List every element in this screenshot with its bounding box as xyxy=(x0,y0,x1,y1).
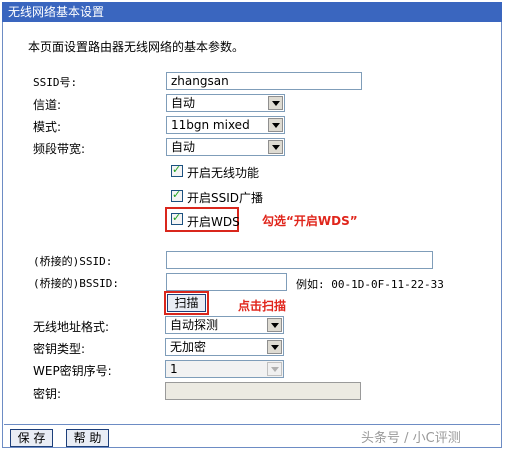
chevron-down-icon[interactable] xyxy=(268,96,283,110)
chevron-down-icon[interactable] xyxy=(268,140,283,154)
channel-select[interactable]: 自动 xyxy=(166,94,285,112)
bridged-bssid-input[interactable] xyxy=(166,273,287,291)
enable-wireless-checkbox[interactable] xyxy=(171,163,183,177)
address-format-value: 自动探测 xyxy=(170,318,219,332)
enable-wireless-label: 开启无线功能 xyxy=(187,166,260,180)
key-type-value: 无加密 xyxy=(170,340,207,354)
ssid-broadcast-label: 开启SSID广播 xyxy=(187,191,264,205)
wep-index-label: WEP密钥序号: xyxy=(33,364,112,378)
wds-annotation: 勾选“开启WDS” xyxy=(262,214,358,228)
panel-title: 无线网络基本设置 xyxy=(2,2,502,22)
ssid-broadcast-checkbox[interactable] xyxy=(171,188,183,202)
scan-annotation: 点击扫描 xyxy=(238,299,287,313)
bridged-ssid-label: (桥接的)SSID: xyxy=(33,255,113,268)
ssid-input[interactable]: zhangsan xyxy=(166,72,362,90)
address-format-label: 无线地址格式: xyxy=(33,320,110,334)
bandwidth-label: 频段带宽: xyxy=(33,142,86,156)
mode-value: 11bgn mixed xyxy=(171,118,250,132)
chevron-down-icon[interactable] xyxy=(267,340,282,354)
help-button[interactable]: 帮 助 xyxy=(66,429,109,447)
mode-label: 模式: xyxy=(33,120,62,134)
scan-button[interactable]: 扫描 xyxy=(167,294,206,312)
page-description: 本页面设置路由器无线网络的基本参数。 xyxy=(28,40,245,54)
enable-wds-label: 开启WDS xyxy=(187,215,240,229)
key-type-select[interactable]: 无加密 xyxy=(165,338,284,356)
wep-index-value: 1 xyxy=(170,362,178,376)
footer-divider xyxy=(4,424,500,425)
chevron-down-icon[interactable] xyxy=(268,118,283,132)
enable-wds-checkbox[interactable] xyxy=(171,211,183,225)
address-format-select[interactable]: 自动探测 xyxy=(165,316,284,334)
channel-value: 自动 xyxy=(171,96,196,110)
key-type-label: 密钥类型: xyxy=(33,342,86,356)
bandwidth-value: 自动 xyxy=(171,140,196,154)
bridged-ssid-input[interactable] xyxy=(166,251,433,269)
watermark: 头条号 / 小C评测 xyxy=(361,431,461,446)
key-input[interactable] xyxy=(165,382,361,400)
ssid-label: SSID号: xyxy=(33,76,78,89)
save-button[interactable]: 保 存 xyxy=(10,429,53,447)
bssid-example: 例如: 00-1D-0F-11-22-33 xyxy=(296,278,444,291)
mode-select[interactable]: 11bgn mixed xyxy=(166,116,285,134)
key-label: 密钥: xyxy=(33,387,62,401)
chevron-down-icon[interactable] xyxy=(267,318,282,332)
chevron-down-icon[interactable] xyxy=(267,362,282,376)
bridged-bssid-label: (桥接的)BSSID: xyxy=(33,277,119,290)
channel-label: 信道: xyxy=(33,98,62,112)
wep-index-select[interactable]: 1 xyxy=(165,360,284,378)
bandwidth-select[interactable]: 自动 xyxy=(166,138,285,156)
